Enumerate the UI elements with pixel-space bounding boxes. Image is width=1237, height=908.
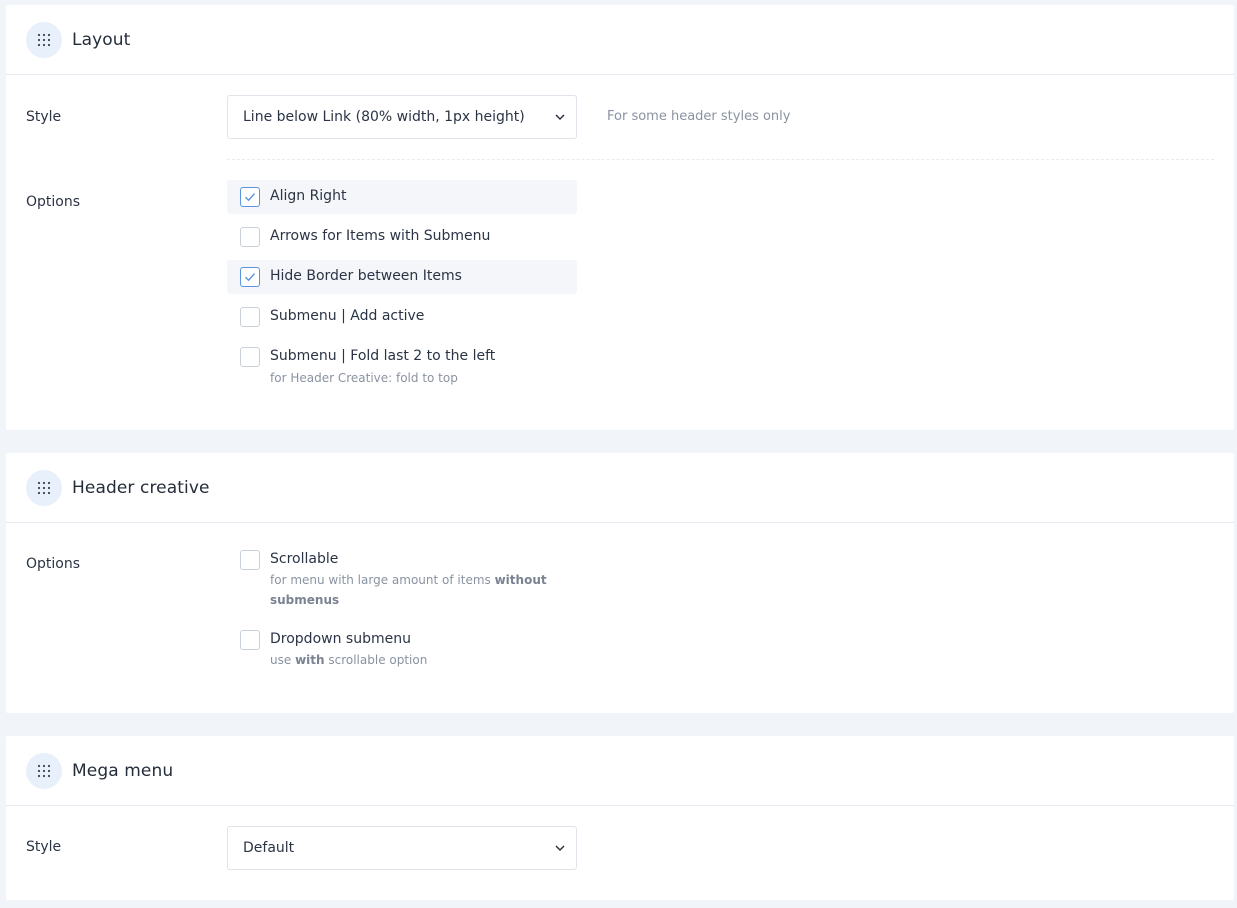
checkbox[interactable] xyxy=(240,347,260,367)
checkbox[interactable] xyxy=(240,187,260,207)
checkbox[interactable] xyxy=(240,267,260,287)
checkbox[interactable] xyxy=(240,227,260,247)
option-label: Dropdown submenu xyxy=(270,631,411,647)
chevron-down-icon xyxy=(555,845,565,852)
option-submenu-add-active[interactable]: Submenu | Add active xyxy=(227,300,577,334)
option-description: use with scrollable option xyxy=(270,653,428,667)
style-hint: For some header styles only xyxy=(607,109,791,124)
header-creative-panel: Header creative Options Scrollable for m… xyxy=(6,453,1234,713)
option-arrows-submenu[interactable]: Arrows for Items with Submenu xyxy=(227,220,577,254)
checkbox[interactable] xyxy=(240,630,260,650)
chevron-down-icon xyxy=(555,114,565,121)
grip-dots-icon[interactable] xyxy=(26,469,62,506)
option-hide-border[interactable]: Hide Border between Items xyxy=(227,260,577,294)
grip-dots-icon[interactable] xyxy=(26,752,62,789)
option-label: Submenu | Fold last 2 to the left xyxy=(270,348,496,364)
panel-title: Mega menu xyxy=(72,760,174,781)
option-label: Align Right xyxy=(270,188,347,204)
option-label: Scrollable xyxy=(270,551,339,567)
checkbox[interactable] xyxy=(240,307,260,327)
panel-title: Header creative xyxy=(72,477,210,498)
option-dropdown-submenu[interactable]: Dropdown submenu use with scrollable opt… xyxy=(227,623,577,673)
style-label: Style xyxy=(26,109,62,125)
option-align-right[interactable]: Align Right xyxy=(227,180,577,214)
option-description: for menu with large amount of items with… xyxy=(270,573,547,607)
checkmark-icon xyxy=(245,193,256,202)
grip-dots-icon[interactable] xyxy=(26,21,62,58)
select-value: Default xyxy=(243,840,295,856)
checkbox[interactable] xyxy=(240,550,260,570)
option-description: for Header Creative: fold to top xyxy=(270,371,458,385)
option-label: Hide Border between Items xyxy=(270,268,462,284)
mega-menu-style-select[interactable]: Default xyxy=(227,826,577,870)
option-label: Submenu | Add active xyxy=(270,308,425,324)
mega-menu-panel: Mega menu Style Default xyxy=(6,736,1234,900)
option-submenu-fold[interactable]: Submenu | Fold last 2 to the left for He… xyxy=(227,340,577,396)
panel-title: Layout xyxy=(72,29,131,50)
style-label: Style xyxy=(26,839,62,855)
options-label: Options xyxy=(26,194,81,210)
option-label: Arrows for Items with Submenu xyxy=(270,228,491,244)
divider xyxy=(227,159,1214,160)
layout-panel: Layout Style Line below Link (80% width,… xyxy=(6,5,1234,430)
layout-style-select[interactable]: Line below Link (80% width, 1px height) xyxy=(227,95,577,139)
options-label: Options xyxy=(26,556,81,572)
checkmark-icon xyxy=(245,273,256,282)
select-value: Line below Link (80% width, 1px height) xyxy=(243,109,525,125)
header-creative-panel-header: Header creative xyxy=(6,453,1234,523)
mega-menu-panel-header: Mega menu xyxy=(6,736,1234,806)
option-scrollable[interactable]: Scrollable for menu with large amount of… xyxy=(227,543,577,613)
layout-panel-header: Layout xyxy=(6,5,1234,75)
